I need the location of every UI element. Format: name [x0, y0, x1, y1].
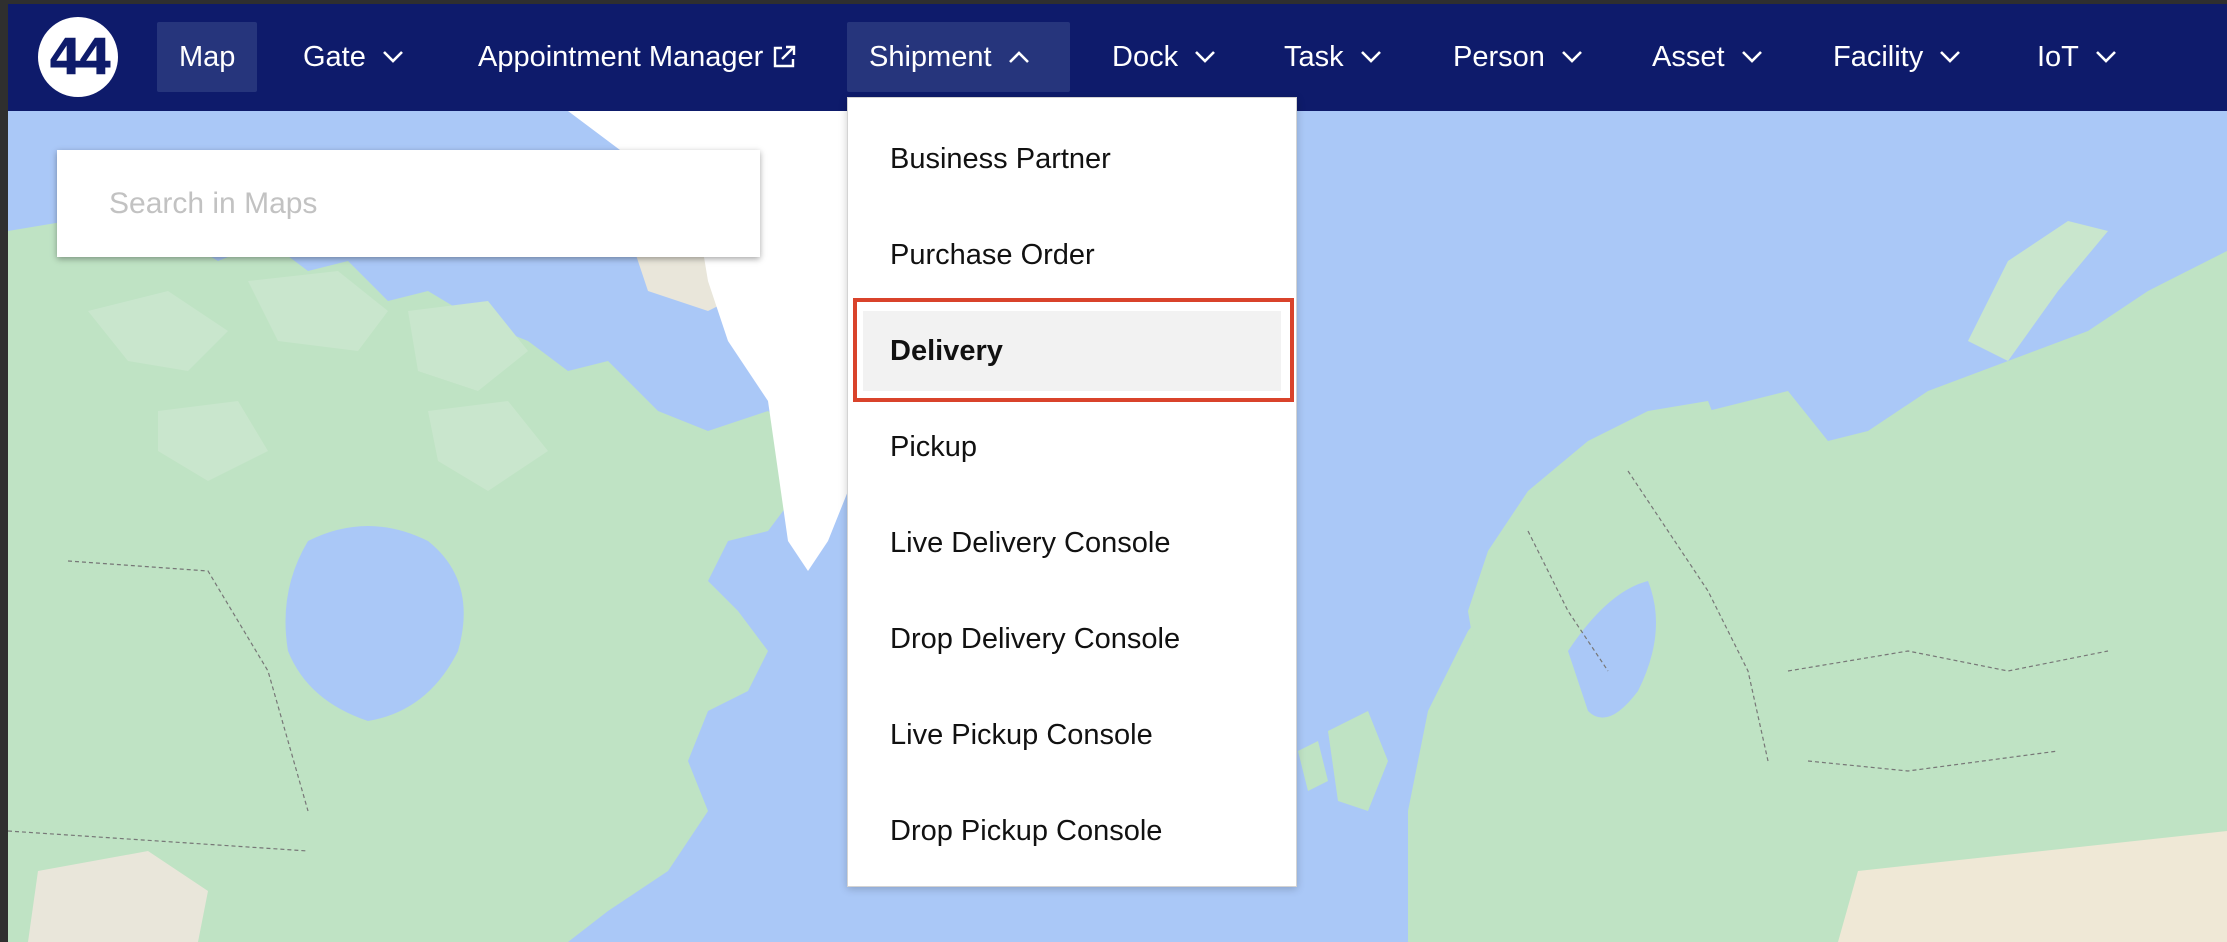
nav-dock[interactable]: Dock: [1090, 22, 1238, 92]
nav-person-label: Person: [1453, 40, 1545, 73]
chevron-up-icon: [1008, 51, 1029, 63]
menu-item-label: Drop Delivery Console: [890, 622, 1181, 655]
menu-item-label: Pickup: [890, 430, 978, 463]
menu-item-business-partner[interactable]: Business Partner: [863, 119, 1281, 199]
nav-facility-label: Facility: [1833, 40, 1924, 73]
logo-text: 44: [48, 28, 113, 86]
menu-item-label: Delivery: [890, 334, 1003, 367]
chevron-down-icon: [1741, 51, 1762, 63]
nav-map[interactable]: Map: [157, 22, 258, 92]
menu-item-label: Live Pickup Console: [890, 718, 1153, 751]
nav-appointment-manager[interactable]: Appointment Manager: [456, 22, 819, 92]
top-navbar: 44 Map Gate Appointment Manager Shipment…: [8, 4, 2227, 111]
menu-item-label: Live Delivery Console: [890, 526, 1171, 559]
chevron-down-icon: [382, 51, 403, 63]
menu-item-purchase-order[interactable]: Purchase Order: [863, 215, 1281, 295]
nav-task[interactable]: Task: [1262, 22, 1404, 92]
menu-item-live-pickup-console[interactable]: Live Pickup Console: [863, 695, 1281, 775]
chevron-down-icon: [2095, 51, 2116, 63]
nav-iot[interactable]: IoT: [2015, 22, 2139, 92]
menu-item-delivery[interactable]: Delivery: [863, 311, 1281, 391]
search-input[interactable]: [57, 150, 760, 257]
brand-logo[interactable]: 44: [38, 17, 118, 97]
nav-gate[interactable]: Gate: [281, 22, 426, 92]
nav-appointment-manager-label: Appointment Manager: [478, 40, 764, 73]
nav-person[interactable]: Person: [1431, 22, 1605, 92]
nav-task-label: Task: [1284, 40, 1344, 73]
chevron-down-icon: [1561, 51, 1582, 63]
menu-item-drop-delivery-console[interactable]: Drop Delivery Console: [863, 599, 1281, 679]
app-window: 44 Map Gate Appointment Manager Shipment…: [8, 4, 2227, 942]
nav-map-label: Map: [179, 40, 236, 73]
nav-iot-label: IoT: [2037, 40, 2079, 73]
chevron-down-icon: [1195, 51, 1215, 63]
nav-asset[interactable]: Asset: [1630, 22, 1785, 92]
nav-shipment[interactable]: Shipment: [847, 22, 1070, 92]
menu-item-label: Drop Pickup Console: [890, 814, 1163, 847]
menu-item-live-delivery-console[interactable]: Live Delivery Console: [863, 503, 1281, 583]
menu-item-drop-pickup-console[interactable]: Drop Pickup Console: [863, 791, 1281, 871]
nav-shipment-label: Shipment: [869, 40, 992, 73]
chevron-down-icon: [1940, 51, 1961, 63]
menu-item-pickup[interactable]: Pickup: [863, 407, 1281, 487]
nav-gate-label: Gate: [303, 40, 366, 73]
nav-facility[interactable]: Facility: [1811, 22, 1983, 92]
nav-asset-label: Asset: [1652, 40, 1725, 73]
menu-item-label: Business Partner: [890, 142, 1111, 175]
menu-item-label: Purchase Order: [890, 238, 1095, 271]
chevron-down-icon: [1360, 51, 1381, 63]
map-search-box: [57, 150, 760, 257]
shipment-dropdown-menu: Business Partner Purchase Order Delivery…: [847, 97, 1297, 887]
external-link-icon: [774, 45, 796, 68]
nav-dock-label: Dock: [1112, 40, 1179, 73]
